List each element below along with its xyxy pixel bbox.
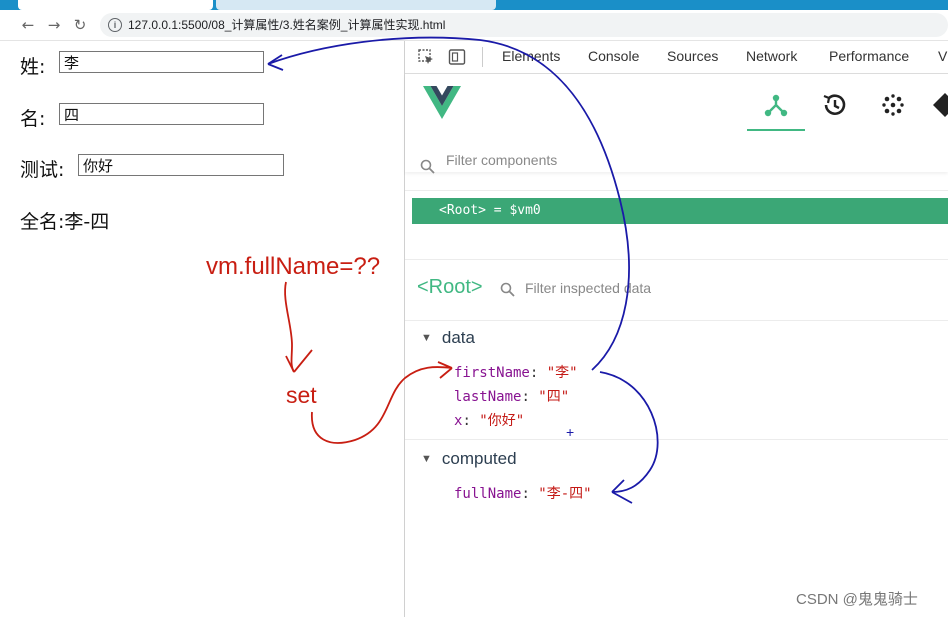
tab-separator xyxy=(482,47,483,67)
prop-value: "李-四" xyxy=(538,486,592,502)
given-name-input[interactable]: 四 xyxy=(59,103,264,125)
inspected-component-name: <Root> xyxy=(417,276,483,298)
tab-console[interactable]: Console xyxy=(588,48,639,64)
inspect-element-icon[interactable] xyxy=(417,48,435,66)
data-prop-row[interactable]: lastName: "四" xyxy=(454,386,569,406)
routing-diamond-icon[interactable] xyxy=(930,90,948,120)
inspector-search-icon xyxy=(500,282,515,297)
surname-label: 姓: xyxy=(20,56,46,78)
site-info-icon[interactable]: i xyxy=(108,18,122,32)
reload-icon[interactable]: ↻ xyxy=(70,15,90,35)
vue-logo-icon xyxy=(423,86,461,119)
filter-components-input[interactable]: Filter components xyxy=(446,152,557,168)
filter-inspected-input[interactable]: Filter inspected data xyxy=(525,280,651,296)
data-prop-row[interactable]: x: "你好" xyxy=(454,410,524,430)
prop-key: lastName xyxy=(454,389,522,405)
annotation-set: set xyxy=(286,382,317,408)
prop-value: "李" xyxy=(546,365,578,381)
computed-section-title: computed xyxy=(441,449,517,468)
prop-value: "四" xyxy=(538,389,570,405)
components-tree-icon[interactable] xyxy=(761,90,791,120)
watermark: CSDN @鬼鬼骑士 xyxy=(796,591,918,608)
data-section-toggle[interactable]: ▼ data xyxy=(421,328,475,348)
data-prop-row[interactable]: firstName: "李" xyxy=(454,362,578,382)
inspector-header: <Root> Filter inspected data xyxy=(405,259,948,321)
timeline-history-icon[interactable] xyxy=(820,90,850,120)
annotation-question: vm.fullName=?? xyxy=(206,253,381,280)
root-row-label: <Root> = $vm0 xyxy=(439,203,541,218)
search-icon xyxy=(420,159,435,174)
computed-section-toggle[interactable]: ▼ computed xyxy=(421,449,517,469)
component-tree-root[interactable]: <Root> = $vm0 xyxy=(412,198,948,224)
filter-components-row: Filter components xyxy=(405,144,948,191)
devtools-panel: Elements Console Sources Network Perform… xyxy=(405,41,948,617)
expand-triangle-icon: ▼ xyxy=(421,453,432,465)
tab-vue[interactable]: V xyxy=(938,48,947,64)
fullname-display: 全名:李-四 xyxy=(20,207,109,234)
tab-elements[interactable]: Elements xyxy=(502,48,560,64)
prop-key: fullName xyxy=(454,486,522,502)
browser-tab-inactive[interactable] xyxy=(216,0,496,10)
fullname-label: 全名: xyxy=(20,211,65,233)
browser-tab-strip xyxy=(0,0,948,10)
test-label: 测试: xyxy=(20,159,65,181)
prop-value: "你好" xyxy=(479,413,525,429)
devtools-tab-bar: Elements Console Sources Network Perform… xyxy=(405,41,948,74)
address-url: 127.0.0.1:5500/08_计算属性/3.姓名案例_计算属性实现.htm… xyxy=(128,18,446,32)
given-name-label: 名: xyxy=(20,108,46,130)
surname-input[interactable]: 李 xyxy=(59,51,264,73)
forward-icon[interactable]: → xyxy=(44,15,64,35)
expand-triangle-icon: ▼ xyxy=(421,332,432,344)
address-bar[interactable]: i 127.0.0.1:5500/08_计算属性/3.姓名案例_计算属性实现.h… xyxy=(100,13,948,37)
tab-performance[interactable]: Performance xyxy=(829,48,909,64)
tab-network[interactable]: Network xyxy=(746,48,797,64)
computed-prop-row[interactable]: fullName: "李-四" xyxy=(454,483,592,503)
vuex-dots-icon[interactable] xyxy=(878,90,908,120)
prop-key: firstName xyxy=(454,365,530,381)
cursor-plus: + xyxy=(566,424,575,440)
fullname-value: 李-四 xyxy=(64,211,110,233)
back-icon[interactable]: ← xyxy=(18,15,38,35)
section-divider xyxy=(405,439,948,440)
device-toolbar-icon[interactable] xyxy=(448,48,466,66)
page-content xyxy=(0,41,404,617)
browser-toolbar: ← → ↻ i 127.0.0.1:5500/08_计算属性/3.姓名案例_计算… xyxy=(0,10,948,41)
active-tab-indicator xyxy=(747,129,805,131)
tab-sources[interactable]: Sources xyxy=(667,48,718,64)
data-section-title: data xyxy=(441,328,475,347)
browser-tab-active[interactable] xyxy=(18,0,213,10)
test-input[interactable]: 你好 xyxy=(78,154,284,176)
